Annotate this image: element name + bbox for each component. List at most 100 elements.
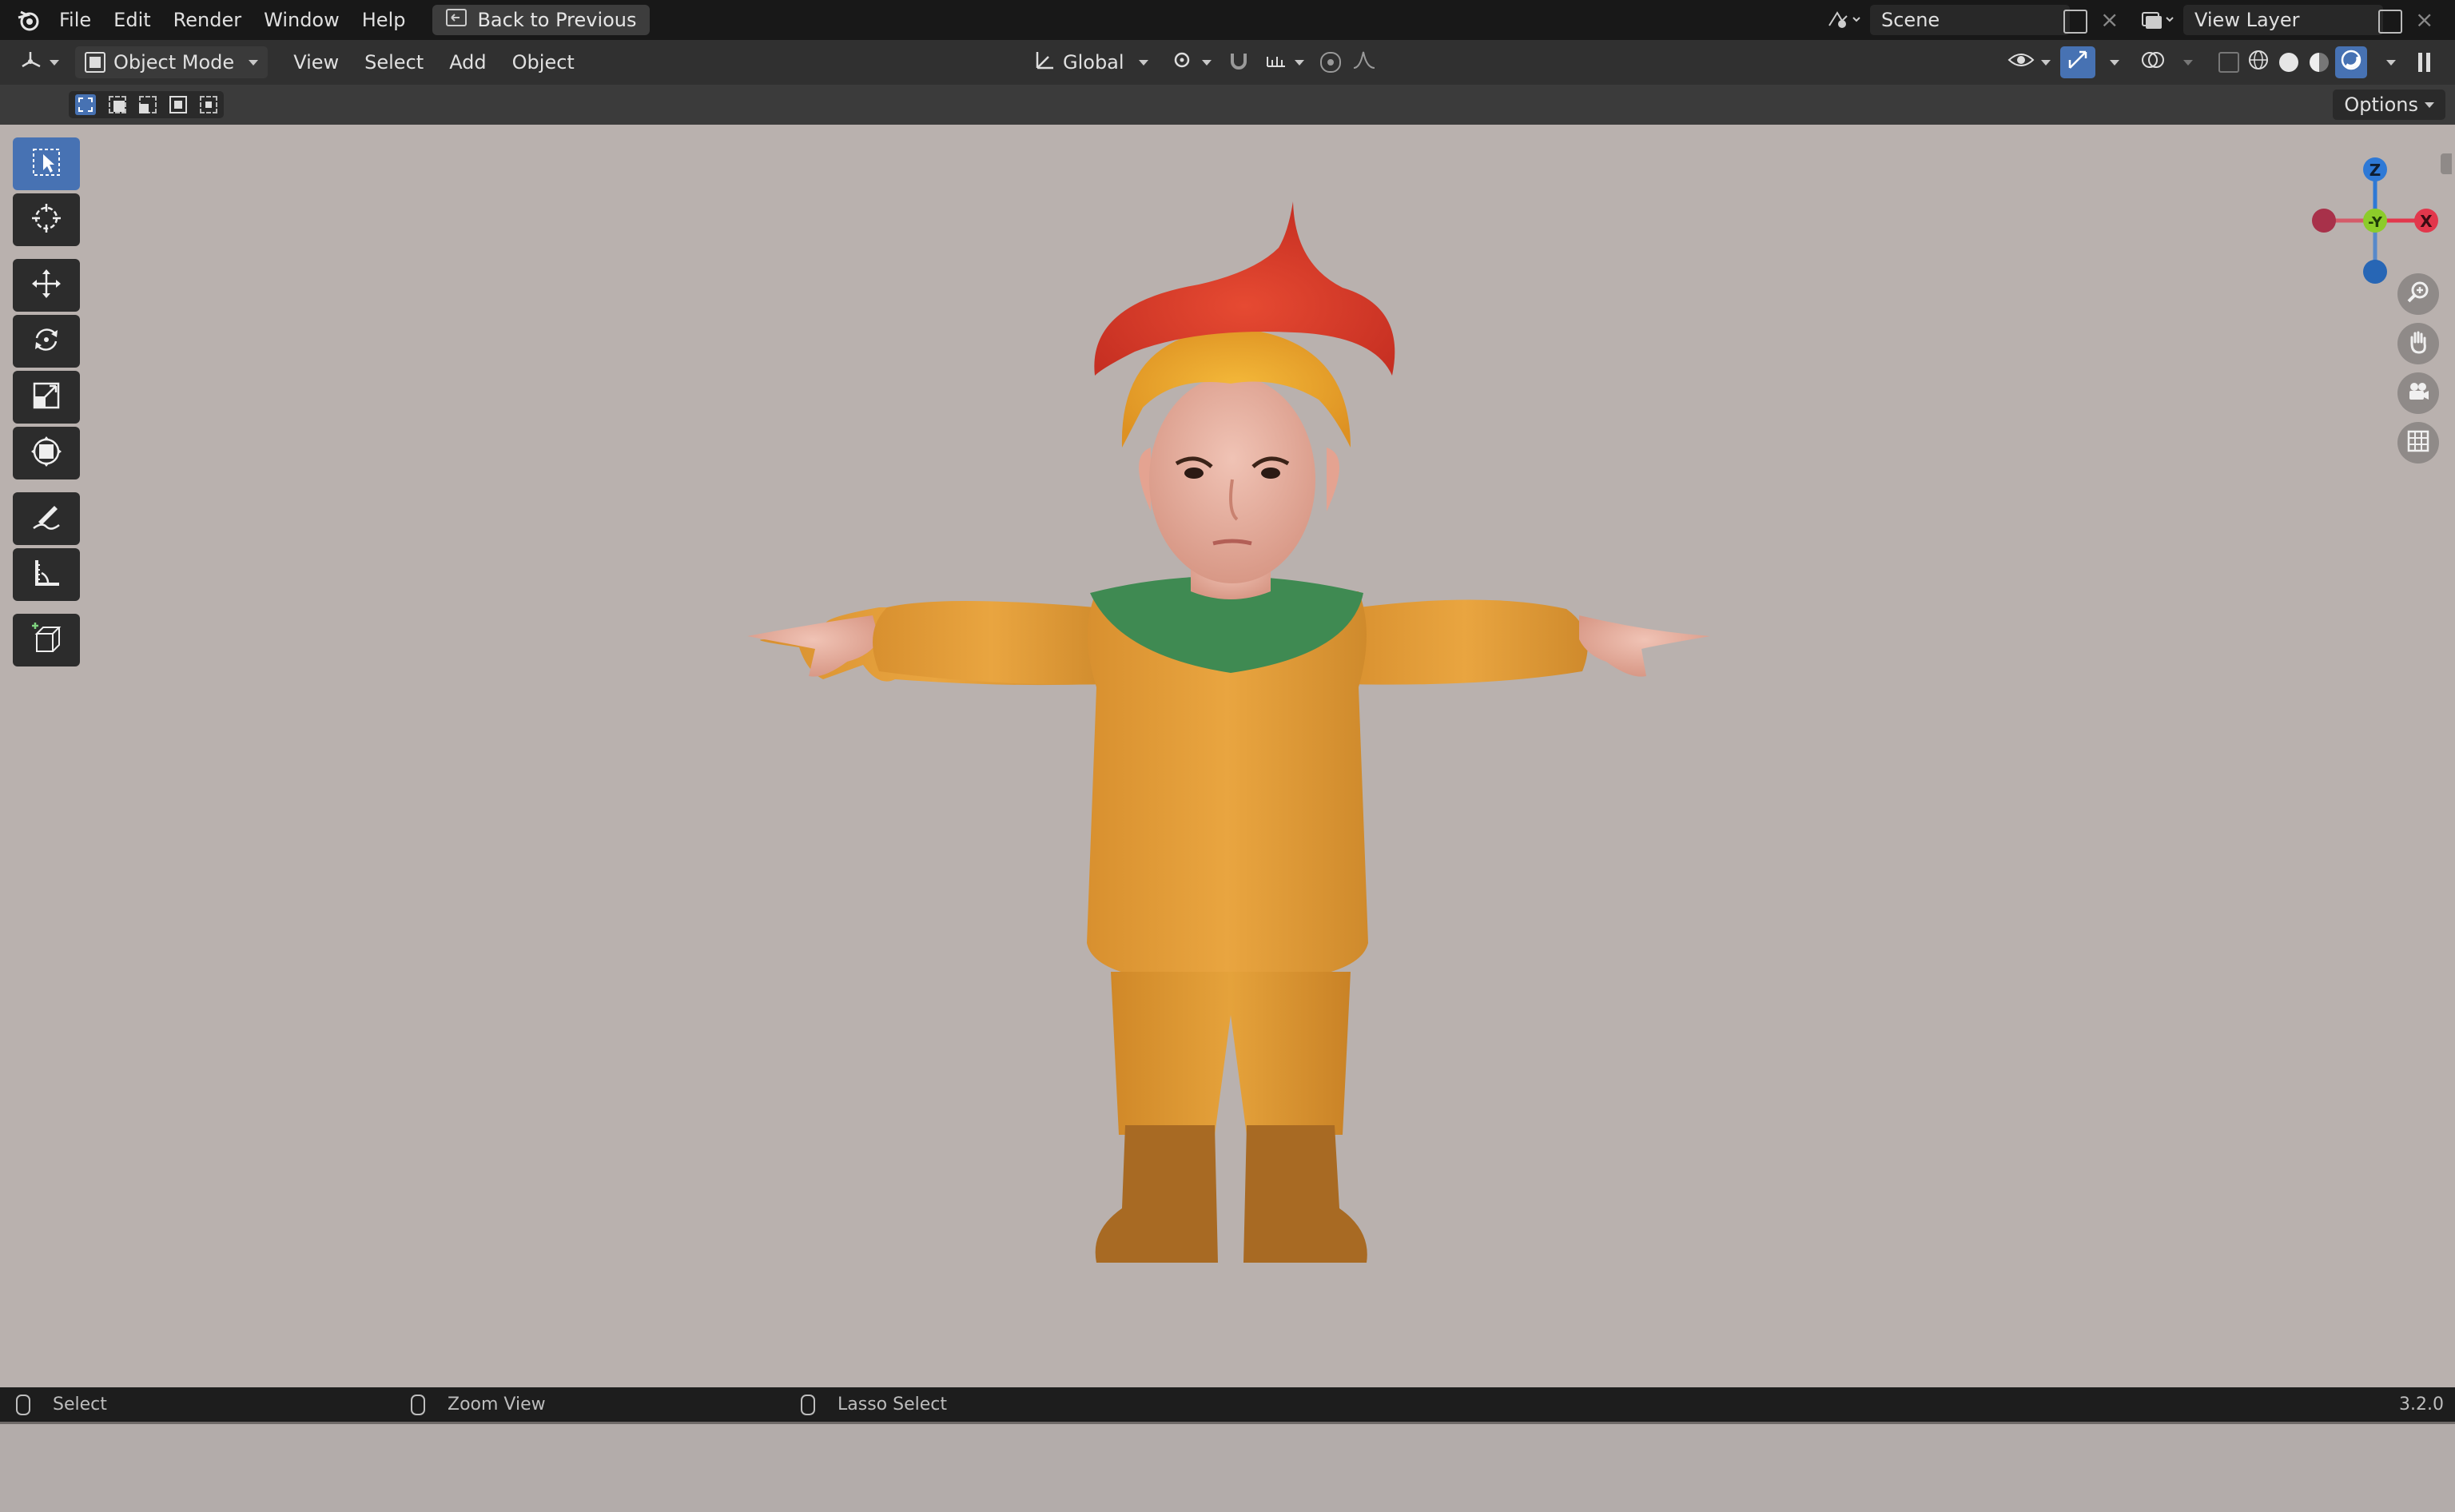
hand-icon xyxy=(2405,329,2431,358)
xray-icon xyxy=(2218,52,2239,73)
version-label: 3.2.0 xyxy=(2399,1395,2444,1415)
gizmo-neg-z-axis xyxy=(2363,260,2387,284)
delete-view-layer-icon[interactable]: × xyxy=(2415,6,2433,33)
sidebar-expand-arrow[interactable] xyxy=(2441,153,2452,174)
menu-add[interactable]: Add xyxy=(440,46,495,78)
add-cube-icon xyxy=(29,621,64,659)
menu-file[interactable]: File xyxy=(48,0,102,40)
overlays-dropdown[interactable] xyxy=(2167,46,2202,78)
menu-edit[interactable]: Edit xyxy=(102,0,161,40)
back-to-previous-button[interactable]: Back to Previous xyxy=(432,5,650,35)
tool-rotate[interactable] xyxy=(13,315,80,368)
status-select: Select xyxy=(16,1387,107,1422)
move-icon xyxy=(30,268,62,303)
tool-shelf xyxy=(13,137,82,670)
select-intersect-icon[interactable] xyxy=(200,96,217,113)
tool-separator xyxy=(13,604,82,614)
select-extend-icon[interactable] xyxy=(109,96,126,113)
menu-help[interactable]: Help xyxy=(351,0,417,40)
options-label: Options xyxy=(2344,94,2418,116)
new-scene-icon[interactable] xyxy=(2063,10,2087,34)
chevron-down-icon xyxy=(2386,59,2396,66)
new-view-layer-icon[interactable] xyxy=(2378,10,2402,34)
shading-wireframe[interactable] xyxy=(2242,46,2274,78)
tool-scale[interactable] xyxy=(13,371,80,424)
transform-orientation-dropdown[interactable]: Global xyxy=(1023,46,1158,78)
toggle-sidebar-button[interactable] xyxy=(2409,46,2440,78)
solid-sphere-icon xyxy=(2279,53,2298,72)
menu-view[interactable]: View xyxy=(284,46,348,78)
magnet-icon xyxy=(1228,49,1251,76)
scale-icon xyxy=(30,380,62,415)
tool-cursor[interactable] xyxy=(13,193,80,246)
visibility-dropdown[interactable] xyxy=(1998,46,2060,78)
tool-select-box[interactable] xyxy=(13,137,80,190)
menu-window[interactable]: Window xyxy=(253,0,351,40)
shading-material[interactable] xyxy=(2305,46,2334,78)
object-mode-dropdown[interactable]: Object Mode xyxy=(75,46,269,78)
proportional-falloff-dropdown[interactable] xyxy=(1343,46,1391,78)
magnifier-icon xyxy=(2405,280,2431,308)
3d-viewport-icon xyxy=(19,49,43,76)
tool-separator xyxy=(13,249,82,259)
material-sphere-icon xyxy=(2310,53,2329,72)
gizmo-dropdown[interactable] xyxy=(2094,46,2129,78)
transform-orientation-label: Global xyxy=(1063,51,1124,74)
select-box-icon xyxy=(30,146,62,181)
3d-viewport[interactable]: Z X -Y xyxy=(0,125,2455,1512)
shading-dropdown[interactable] xyxy=(2370,46,2405,78)
shading-solid[interactable] xyxy=(2274,46,2303,78)
scene-selector-icon[interactable] xyxy=(1822,5,1865,35)
camera-view-button[interactable] xyxy=(2397,372,2439,414)
select-new-icon[interactable] xyxy=(75,94,96,115)
status-lasso: Lasso Select xyxy=(801,1387,947,1422)
tool-measure[interactable] xyxy=(13,548,80,601)
pivot-point-dropdown[interactable] xyxy=(1162,46,1221,78)
tool-transform[interactable] xyxy=(13,427,80,479)
object-mode-icon xyxy=(85,52,105,73)
camera-icon xyxy=(2405,379,2431,408)
back-icon xyxy=(445,8,468,32)
delete-scene-icon[interactable]: × xyxy=(2100,6,2119,33)
menu-render[interactable]: Render xyxy=(162,0,253,40)
tool-settings-bar: Options xyxy=(0,85,2455,125)
blender-logo-icon[interactable] xyxy=(8,0,48,40)
select-invert-icon[interactable] xyxy=(169,96,187,113)
gizmo-z-label: Z xyxy=(2369,161,2381,180)
snap-target-dropdown[interactable] xyxy=(1255,46,1314,78)
view-layer-selector-icon[interactable] xyxy=(2135,5,2178,35)
pan-view-button[interactable] xyxy=(2397,323,2439,364)
view-layer-field[interactable]: View Layer xyxy=(2183,5,2383,35)
navigation-gizmo[interactable]: Z X -Y xyxy=(2303,141,2447,284)
cursor-icon xyxy=(30,202,62,237)
gizmo-toggle[interactable] xyxy=(2060,46,2095,78)
tool-add-cube[interactable] xyxy=(13,614,80,666)
zoom-view-button[interactable] xyxy=(2397,273,2439,315)
status-version: 3.2.0 xyxy=(2399,1387,2444,1422)
menu-object[interactable]: Object xyxy=(503,46,584,78)
character-model[interactable] xyxy=(0,125,2455,1387)
top-bar: File Edit Render Window Help Back to Pre… xyxy=(0,0,2455,40)
mouse-left-icon xyxy=(16,1394,30,1415)
measure-icon xyxy=(30,557,62,592)
pivot-icon xyxy=(1172,49,1196,76)
shading-rendered[interactable] xyxy=(2335,46,2367,78)
chevron-down-icon xyxy=(1202,59,1212,66)
back-to-previous-label: Back to Previous xyxy=(477,9,637,31)
tool-annotate[interactable] xyxy=(13,492,80,545)
scene-name-field[interactable]: Scene xyxy=(1870,5,2070,35)
editor-type-button[interactable] xyxy=(10,46,69,78)
options-dropdown[interactable]: Options xyxy=(2333,90,2445,120)
rendered-sphere-icon xyxy=(2340,49,2362,76)
tool-separator xyxy=(13,483,82,492)
menu-select[interactable]: Select xyxy=(355,46,433,78)
grid-icon xyxy=(2405,428,2431,457)
tool-move[interactable] xyxy=(13,259,80,312)
gizmo-icon xyxy=(2067,49,2089,76)
annotate-icon xyxy=(30,501,62,536)
mouse-right-icon xyxy=(801,1394,815,1415)
object-mode-label: Object Mode xyxy=(113,51,235,74)
status-bar: Select Zoom View Lasso Select 3.2.0 xyxy=(0,1387,2455,1422)
perspective-toggle-button[interactable] xyxy=(2397,422,2439,464)
select-subtract-icon[interactable] xyxy=(139,96,157,113)
